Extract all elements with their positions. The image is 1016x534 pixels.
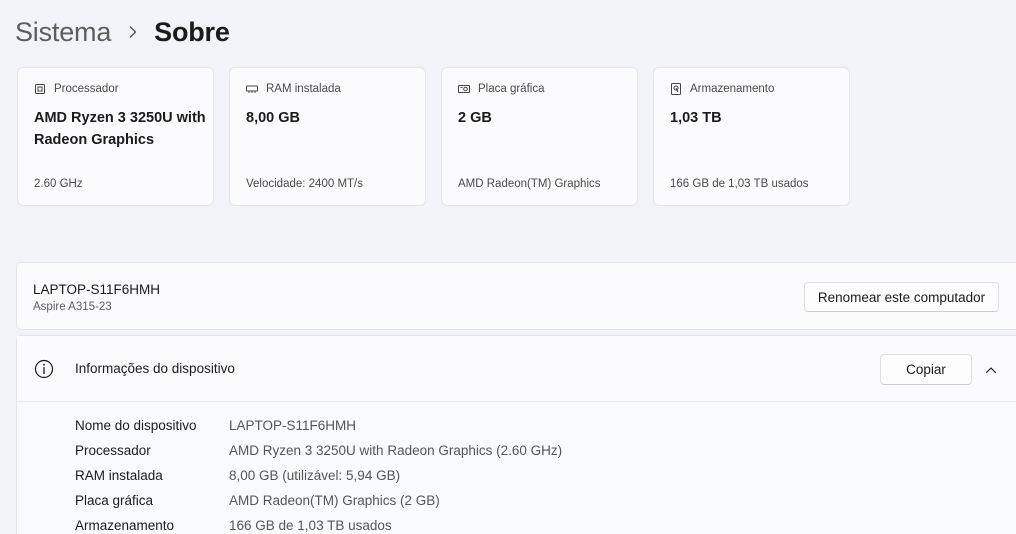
spec-value-storage: 1,03 TB <box>670 110 722 126</box>
device-info-section: Informações do dispositivo Copiar Nome d… <box>16 335 1016 534</box>
chevron-up-icon[interactable] <box>984 363 998 377</box>
spec-label-processor: Processador <box>54 83 119 95</box>
device-info-title: Informações do dispositivo <box>75 361 235 376</box>
device-model: Aspire A315-23 <box>33 301 112 313</box>
info-value: 166 GB de 1,03 TB usados <box>229 518 392 533</box>
chevron-right-icon <box>128 25 138 39</box>
spec-value-graphics: 2 GB <box>458 110 492 126</box>
spec-label-storage: Armazenamento <box>690 83 775 95</box>
spec-value-ram: 8,00 GB <box>246 110 300 126</box>
info-key: Processador <box>75 443 151 458</box>
info-icon <box>34 359 54 379</box>
breadcrumb-sistema[interactable]: Sistema <box>15 17 111 48</box>
rename-pc-button[interactable]: Renomear este computador <box>804 282 999 312</box>
info-key: RAM instalada <box>75 468 163 483</box>
ram-icon <box>246 83 258 95</box>
info-value: AMD Radeon(TM) Graphics (2 GB) <box>229 493 440 508</box>
spec-card-storage: Armazenamento 1,03 TB 166 GB de 1,03 TB … <box>653 67 850 206</box>
device-info-header[interactable]: Informações do dispositivo Copiar <box>17 336 1016 402</box>
graphics-card-icon <box>458 83 470 95</box>
spec-card-label: Armazenamento <box>670 83 774 95</box>
spec-card-processor: Processador AMD Ryzen 3 3250U with Radeo… <box>17 67 214 206</box>
info-value: AMD Ryzen 3 3250U with Radeon Graphics (… <box>229 443 563 458</box>
processor-icon <box>34 83 46 95</box>
breadcrumb: Sistema Sobre <box>15 12 230 52</box>
info-row-ram: RAM instalada 8,00 GB (utilizável: 5,94 … <box>75 463 562 488</box>
info-row-device-name: Nome do dispositivo LAPTOP-S11F6HMH <box>75 413 562 438</box>
info-value: 8,00 GB (utilizável: 5,94 GB) <box>229 468 401 483</box>
info-key: Nome do dispositivo <box>75 418 197 433</box>
spec-value-processor: AMD Ryzen 3 3250U with Radeon Graphics <box>34 110 206 148</box>
info-value: LAPTOP-S11F6HMH <box>229 418 357 433</box>
copy-button[interactable]: Copiar <box>880 354 972 385</box>
spec-card-label: RAM instalada <box>246 83 341 95</box>
info-key: Placa gráfica <box>75 493 154 508</box>
storage-icon <box>670 83 682 95</box>
spec-card-graphics: Placa gráfica 2 GB AMD Radeon(TM) Graphi… <box>441 67 638 206</box>
page-title: Sobre <box>154 16 230 47</box>
settings-about-page: Sistema Sobre Processador AMD Ryzen 3 32… <box>0 0 1016 534</box>
spec-card-label: Placa gráfica <box>458 83 544 95</box>
info-row-processor: Processador AMD Ryzen 3 3250U with Radeo… <box>75 438 562 463</box>
spec-label-graphics: Placa gráfica <box>478 83 545 95</box>
spec-sub-ram: Velocidade: 2400 MT/s <box>246 178 363 190</box>
spec-label-ram: RAM instalada <box>266 83 341 95</box>
info-key: Armazenamento <box>75 518 175 533</box>
spec-card-ram: RAM instalada 8,00 GB Velocidade: 2400 M… <box>229 67 426 206</box>
spec-sub-storage: 166 GB de 1,03 TB usados <box>670 178 809 190</box>
spec-sub-graphics: AMD Radeon(TM) Graphics <box>458 178 601 190</box>
info-row-graphics: Placa gráfica AMD Radeon(TM) Graphics (2… <box>75 488 562 513</box>
device-name: LAPTOP-S11F6HMH <box>33 282 161 297</box>
spec-sub-processor: 2.60 GHz <box>34 178 83 190</box>
device-name-panel: LAPTOP-S11F6HMH Aspire A315-23 Renomear … <box>16 262 1016 330</box>
device-info-list: Nome do dispositivo LAPTOP-S11F6HMH Proc… <box>75 413 562 534</box>
spec-card-label: Processador <box>34 83 119 95</box>
info-row-storage: Armazenamento 166 GB de 1,03 TB usados <box>75 513 562 534</box>
